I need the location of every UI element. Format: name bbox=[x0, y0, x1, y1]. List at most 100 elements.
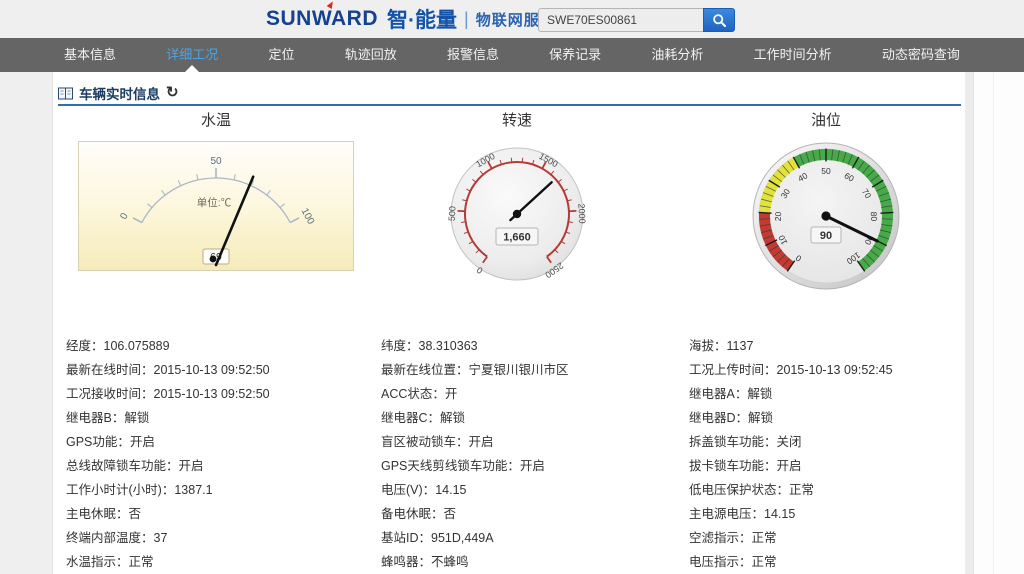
right-divider bbox=[993, 72, 994, 574]
gauge-fuel-level: 油位 010203040506070809010090 bbox=[740, 110, 912, 297]
nav-tab[interactable]: 报警信息 bbox=[439, 38, 507, 72]
svg-text:2000: 2000 bbox=[576, 203, 587, 224]
status-row: 继电器C：解锁 bbox=[381, 406, 689, 430]
right-gutter bbox=[974, 72, 1024, 574]
status-row: 经度：106.075889 bbox=[66, 334, 381, 358]
status-row: 水温指示：正常 bbox=[66, 550, 381, 574]
active-tab-pointer bbox=[185, 65, 199, 72]
nav-tab[interactable]: 动态密码查询 bbox=[874, 38, 968, 72]
page-title: 车辆实时信息 bbox=[79, 83, 160, 103]
nav-tab[interactable]: 油耗分析 bbox=[643, 38, 711, 72]
status-value: 不蜂鸣 bbox=[431, 555, 469, 569]
status-row: 备电休眠：否 bbox=[381, 502, 689, 526]
status-row: 总线故障锁车功能：开启 bbox=[66, 454, 381, 478]
rpm-gauge: 050010001500200025001,660 bbox=[436, 136, 598, 294]
status-row: 盲区被动锁车：开启 bbox=[381, 430, 689, 454]
status-row: 主电休眠：否 bbox=[66, 502, 381, 526]
app-screen: SUNWARD 智·能量 | 物联网服务平台 基本信息详细工况定位 轨迹回放报警信… bbox=[0, 0, 1024, 574]
svg-text:500: 500 bbox=[447, 206, 458, 222]
status-label: 工作小时计(小时) bbox=[66, 483, 162, 497]
logo-brand: 智·能量 bbox=[387, 4, 457, 34]
nav-tab[interactable]: 工作时间分析 bbox=[746, 38, 840, 72]
logo-divider: | bbox=[464, 9, 469, 30]
status-value: 1137 bbox=[727, 339, 754, 353]
status-row: 电压(V)：14.15 bbox=[381, 478, 689, 502]
svg-text:100: 100 bbox=[299, 206, 317, 226]
status-row: GPS功能：开启 bbox=[66, 430, 381, 454]
status-value: 14.15 bbox=[435, 483, 466, 497]
status-value: 1387.1 bbox=[174, 483, 212, 497]
status-value: 正常 bbox=[129, 555, 154, 569]
status-row: 工况接收时间：2015-10-13 09:52:50 bbox=[66, 382, 381, 406]
status-label: 拔卡锁车功能 bbox=[689, 459, 764, 473]
status-row: 工作小时计(小时)：1387.1 bbox=[66, 478, 381, 502]
nav-tab[interactable]: 定位 bbox=[260, 38, 302, 72]
svg-text:单位:℃: 单位:℃ bbox=[197, 196, 232, 209]
status-value: 开 bbox=[445, 387, 458, 401]
status-value: 关闭 bbox=[777, 435, 802, 449]
status-row: 工况上传时间：2015-10-13 09:52:45 bbox=[689, 358, 963, 382]
status-row: 继电器D：解锁 bbox=[689, 406, 963, 430]
status-value: 宁夏银川银川市区 bbox=[469, 363, 569, 377]
rpm-gauge-body: 050010001500200025001,660 bbox=[436, 136, 598, 299]
search-button[interactable] bbox=[703, 8, 735, 32]
status-value: 37 bbox=[154, 531, 168, 545]
ledger-icon bbox=[58, 87, 73, 100]
status-label: 基站ID bbox=[381, 531, 419, 545]
svg-text:80: 80 bbox=[869, 211, 879, 221]
status-label: 蜂鸣器 bbox=[381, 555, 419, 569]
search-input[interactable] bbox=[538, 8, 703, 32]
gauge-title: 转速 bbox=[436, 110, 598, 132]
gauges-row: 水温 050100单位:℃69 转速 050010001500200025001… bbox=[53, 110, 965, 336]
refresh-icon[interactable]: ↻ bbox=[166, 84, 179, 102]
nav-tab[interactable]: 轨迹回放 bbox=[337, 38, 405, 72]
status-row: 继电器A：解锁 bbox=[689, 382, 963, 406]
status-label: 电压(V) bbox=[381, 483, 423, 497]
status-column-1: 经度：106.075889最新在线时间：2015-10-13 09:52:50工… bbox=[66, 334, 381, 574]
status-column-3: 海拔：1137工况上传时间：2015-10-13 09:52:45继电器A：解锁… bbox=[689, 334, 963, 574]
nav-tab-active[interactable]: 详细工况 bbox=[158, 38, 226, 72]
water-temp-gauge: 050100单位:℃69 bbox=[79, 142, 353, 270]
status-label: 海拔 bbox=[689, 339, 714, 353]
status-value: 正常 bbox=[789, 483, 814, 497]
status-value: 正常 bbox=[752, 531, 777, 545]
status-label: GPS天线剪线锁车功能 bbox=[381, 459, 507, 473]
nav-tab[interactable]: 基本信息 bbox=[56, 38, 124, 72]
status-value: 2015-10-13 09:52:50 bbox=[154, 363, 270, 377]
fuel-gauge: 010203040506070809010090 bbox=[740, 134, 912, 292]
status-label: 主电源电压 bbox=[689, 507, 752, 521]
status-row: 蜂鸣器：不蜂鸣 bbox=[381, 550, 689, 574]
status-label: 最新在线位置 bbox=[381, 363, 456, 377]
status-value: 开启 bbox=[130, 435, 155, 449]
status-value: 正常 bbox=[752, 555, 777, 569]
status-value: 106.075889 bbox=[104, 339, 170, 353]
status-value: 2015-10-13 09:52:45 bbox=[777, 363, 893, 377]
status-label: 继电器B bbox=[66, 411, 112, 425]
status-label: 电压指示 bbox=[689, 555, 739, 569]
status-label: 备电休眠 bbox=[381, 507, 431, 521]
status-row: 基站ID：951D,449A bbox=[381, 526, 689, 550]
status-row: 纬度：38.310363 bbox=[381, 334, 689, 358]
status-label: 继电器C bbox=[381, 411, 428, 425]
status-row: 低电压保护状态：正常 bbox=[689, 478, 963, 502]
top-header: SUNWARD 智·能量 | 物联网服务平台 bbox=[0, 0, 1024, 38]
status-value: 解锁 bbox=[748, 411, 773, 425]
status-value: 解锁 bbox=[124, 411, 149, 425]
gauge-water-temp: 水温 050100单位:℃69 bbox=[77, 110, 355, 271]
status-value: 开启 bbox=[520, 459, 545, 473]
status-label: 主电休眠 bbox=[66, 507, 116, 521]
status-label: ACC状态 bbox=[381, 387, 432, 401]
svg-text:1,660: 1,660 bbox=[503, 232, 531, 244]
status-value: 开启 bbox=[469, 435, 494, 449]
status-value: 开启 bbox=[777, 459, 802, 473]
left-gutter bbox=[0, 72, 52, 574]
status-label: 总线故障锁车功能 bbox=[66, 459, 166, 473]
nav-tab[interactable]: 保养记录 bbox=[541, 38, 609, 72]
status-label: 纬度 bbox=[381, 339, 406, 353]
status-label: 终端内部温度 bbox=[66, 531, 141, 545]
section-header: 车辆实时信息 ↻ bbox=[58, 82, 961, 106]
status-row: 海拔：1137 bbox=[689, 334, 963, 358]
status-row: GPS天线剪线锁车功能：开启 bbox=[381, 454, 689, 478]
status-value: 解锁 bbox=[747, 387, 772, 401]
vertical-scrollbar[interactable] bbox=[964, 72, 974, 574]
